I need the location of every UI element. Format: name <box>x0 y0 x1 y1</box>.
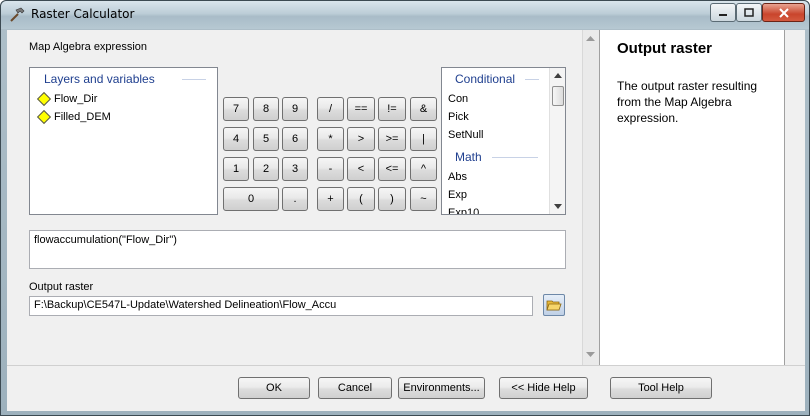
key-equal[interactable]: == <box>347 97 375 121</box>
hide-help-button[interactable]: << Hide Help <box>499 377 588 399</box>
function-item-exp[interactable]: Exp <box>448 189 467 201</box>
key-close-paren[interactable]: ) <box>378 187 406 211</box>
key-2[interactable]: 2 <box>253 157 279 181</box>
title-bar[interactable]: Raster Calculator <box>1 1 809 29</box>
key-7[interactable]: 7 <box>223 97 249 121</box>
hammer-icon <box>10 7 25 22</box>
key-less[interactable]: < <box>347 157 375 181</box>
key-decimal[interactable]: . <box>282 187 308 211</box>
key-and[interactable]: & <box>410 97 437 121</box>
key-0[interactable]: 0 <box>223 187 279 211</box>
key-multiply[interactable]: * <box>317 127 344 151</box>
tool-help-button[interactable]: Tool Help <box>610 377 712 399</box>
function-item-pick[interactable]: Pick <box>448 111 469 123</box>
function-item-con[interactable]: Con <box>448 93 468 105</box>
window-title: Raster Calculator <box>31 7 135 21</box>
close-button[interactable] <box>762 3 805 22</box>
raster-layer-icon <box>36 91 52 107</box>
key-less-equal[interactable]: <= <box>378 157 406 181</box>
ok-button[interactable]: OK <box>238 377 310 399</box>
key-4[interactable]: 4 <box>223 127 249 151</box>
output-raster-input[interactable]: F:\Backup\CE547L-Update\Watershed Deline… <box>29 296 533 316</box>
environments-button[interactable]: Environments... <box>398 377 485 399</box>
layer-item-flow-dir[interactable]: Flow_Dir <box>36 91 97 107</box>
layer-item-label: Flow_Dir <box>54 93 98 105</box>
scroll-down-icon[interactable] <box>554 204 562 209</box>
layer-item-label: Filled_DEM <box>54 111 111 123</box>
function-item-abs[interactable]: Abs <box>448 171 467 183</box>
key-1[interactable]: 1 <box>223 157 249 181</box>
open-folder-icon <box>546 300 562 311</box>
key-minus[interactable]: - <box>317 157 344 181</box>
layers-list[interactable]: Layers and variables Flow_Dir Filled_DEM <box>29 67 218 215</box>
key-greater-equal[interactable]: >= <box>378 127 406 151</box>
function-group-conditional: Conditional <box>455 72 516 86</box>
dialog-button-bar: OK Cancel Environments... << Hide Help T… <box>7 365 805 411</box>
output-raster-label: Output raster <box>29 281 94 293</box>
function-item-exp10[interactable]: Exp10 <box>448 207 479 214</box>
key-or[interactable]: | <box>410 127 437 151</box>
key-plus[interactable]: + <box>317 187 344 211</box>
map-algebra-label: Map Algebra expression <box>29 41 148 53</box>
key-5[interactable]: 5 <box>253 127 279 151</box>
key-9[interactable]: 9 <box>282 97 308 121</box>
group-header-rule <box>525 79 539 80</box>
key-divide[interactable]: / <box>317 97 344 121</box>
layer-item-filled-dem[interactable]: Filled_DEM <box>36 109 111 125</box>
form-scrollbar[interactable] <box>582 30 599 365</box>
cancel-button[interactable]: Cancel <box>318 377 392 399</box>
key-open-paren[interactable]: ( <box>347 187 375 211</box>
key-not[interactable]: ~ <box>410 187 437 211</box>
help-pane: Output raster The output raster resultin… <box>599 30 785 365</box>
maximize-button[interactable] <box>736 3 762 22</box>
browse-output-button[interactable] <box>543 294 565 316</box>
functions-scroll-thumb[interactable] <box>552 86 564 106</box>
expression-input[interactable]: flowaccumulation("Flow_Dir") <box>29 230 566 269</box>
group-header-rule <box>492 157 538 158</box>
help-title: Output raster <box>617 40 713 57</box>
raster-calculator-window: Raster Calculator Map Algebra expression… <box>0 0 810 416</box>
key-xor[interactable]: ^ <box>410 157 437 181</box>
key-8[interactable]: 8 <box>253 97 279 121</box>
help-pane-edge <box>785 30 805 365</box>
function-group-math: Math <box>455 150 482 164</box>
minimize-icon <box>719 13 727 16</box>
key-greater[interactable]: > <box>347 127 375 151</box>
scroll-down-icon[interactable] <box>586 352 595 357</box>
minimize-button[interactable] <box>710 3 736 22</box>
close-icon <box>778 7 789 18</box>
layers-header: Layers and variables <box>44 72 155 86</box>
help-description: The output raster resulting from the Map… <box>617 79 758 125</box>
maximize-icon <box>744 8 754 17</box>
dialog-client-area: Map Algebra expression Layers and variab… <box>7 30 805 411</box>
key-6[interactable]: 6 <box>282 127 308 151</box>
functions-scrollbar[interactable] <box>549 68 565 214</box>
layers-header-rule <box>182 79 206 80</box>
functions-list[interactable]: Conditional Con Pick SetNull Math Abs Ex… <box>441 67 566 215</box>
scroll-up-icon[interactable] <box>586 36 595 41</box>
function-item-setnull[interactable]: SetNull <box>448 129 483 141</box>
scroll-up-icon[interactable] <box>554 73 562 78</box>
key-not-equal[interactable]: != <box>378 97 406 121</box>
raster-layer-icon <box>36 109 52 125</box>
key-3[interactable]: 3 <box>282 157 308 181</box>
